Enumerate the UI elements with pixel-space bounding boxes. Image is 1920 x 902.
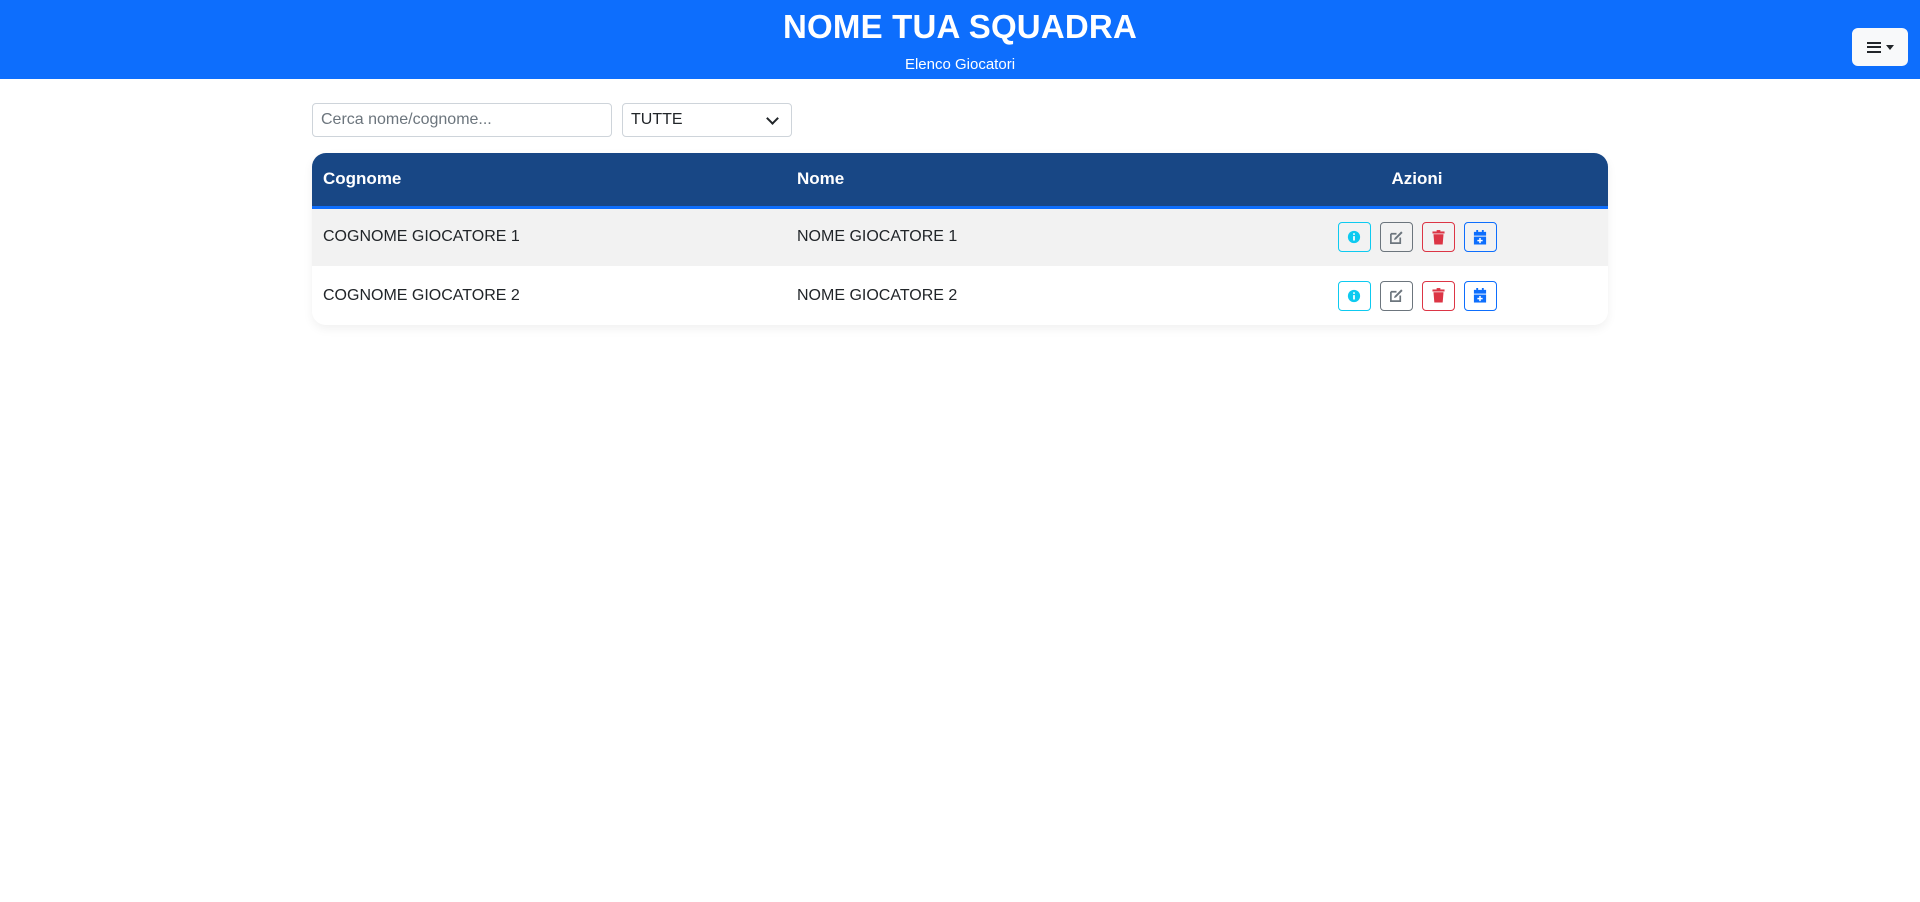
page-subtitle: Elenco Giocatori: [904, 56, 1016, 73]
category-select[interactable]: TUTTE: [622, 103, 792, 137]
table-row: COGNOME GIOCATORE 1 NOME GIOCATORE 1: [312, 207, 1608, 266]
cell-actions: [1226, 207, 1608, 266]
calendar-button[interactable]: [1463, 222, 1497, 253]
column-header-azioni: Azioni: [1391, 169, 1443, 189]
edit-icon: [1389, 289, 1403, 302]
category-select-value: TUTTE: [631, 111, 683, 128]
players-table: Cognome Nome Azioni COGNOME GIOCATORE 1 …: [312, 153, 1608, 325]
table-header-row: Cognome Nome Azioni: [312, 153, 1608, 207]
chevron-down-icon: [766, 112, 779, 125]
cell-cognome: COGNOME GIOCATORE 1: [323, 228, 520, 246]
edit-icon: [1389, 231, 1403, 244]
column-header-nome: Nome: [797, 169, 845, 189]
caret-down-icon: [1885, 44, 1894, 50]
column-header-cognome: Cognome: [323, 169, 402, 189]
table-row: COGNOME GIOCATORE 2 NOME GIOCATORE 2: [312, 266, 1608, 325]
delete-button[interactable]: [1421, 280, 1455, 311]
calendar-plus-icon: [1473, 229, 1487, 245]
calendar-button[interactable]: [1463, 280, 1497, 311]
info-button[interactable]: [1337, 280, 1371, 311]
info-icon: [1347, 231, 1361, 244]
search-input[interactable]: [312, 103, 612, 137]
hamburger-icon: [1866, 41, 1881, 53]
app-header: NOME TUA SQUADRA Elenco Giocatori: [0, 0, 1920, 79]
calendar-plus-icon: [1473, 288, 1487, 303]
cell-actions: [1226, 266, 1608, 325]
cell-cognome: COGNOME GIOCATORE 2: [323, 286, 520, 304]
edit-button[interactable]: [1379, 280, 1413, 311]
team-title: NOME TUA SQUADRA: [783, 8, 1137, 45]
delete-button[interactable]: [1421, 222, 1455, 253]
cell-nome: NOME GIOCATORE 2: [797, 286, 958, 304]
info-icon: [1347, 289, 1361, 302]
edit-button[interactable]: [1379, 222, 1413, 253]
info-button[interactable]: [1337, 222, 1371, 253]
cell-nome: NOME GIOCATORE 1: [797, 228, 958, 246]
trash-icon: [1431, 288, 1445, 303]
menu-dropdown-button[interactable]: [1852, 28, 1908, 66]
trash-icon: [1431, 229, 1445, 245]
